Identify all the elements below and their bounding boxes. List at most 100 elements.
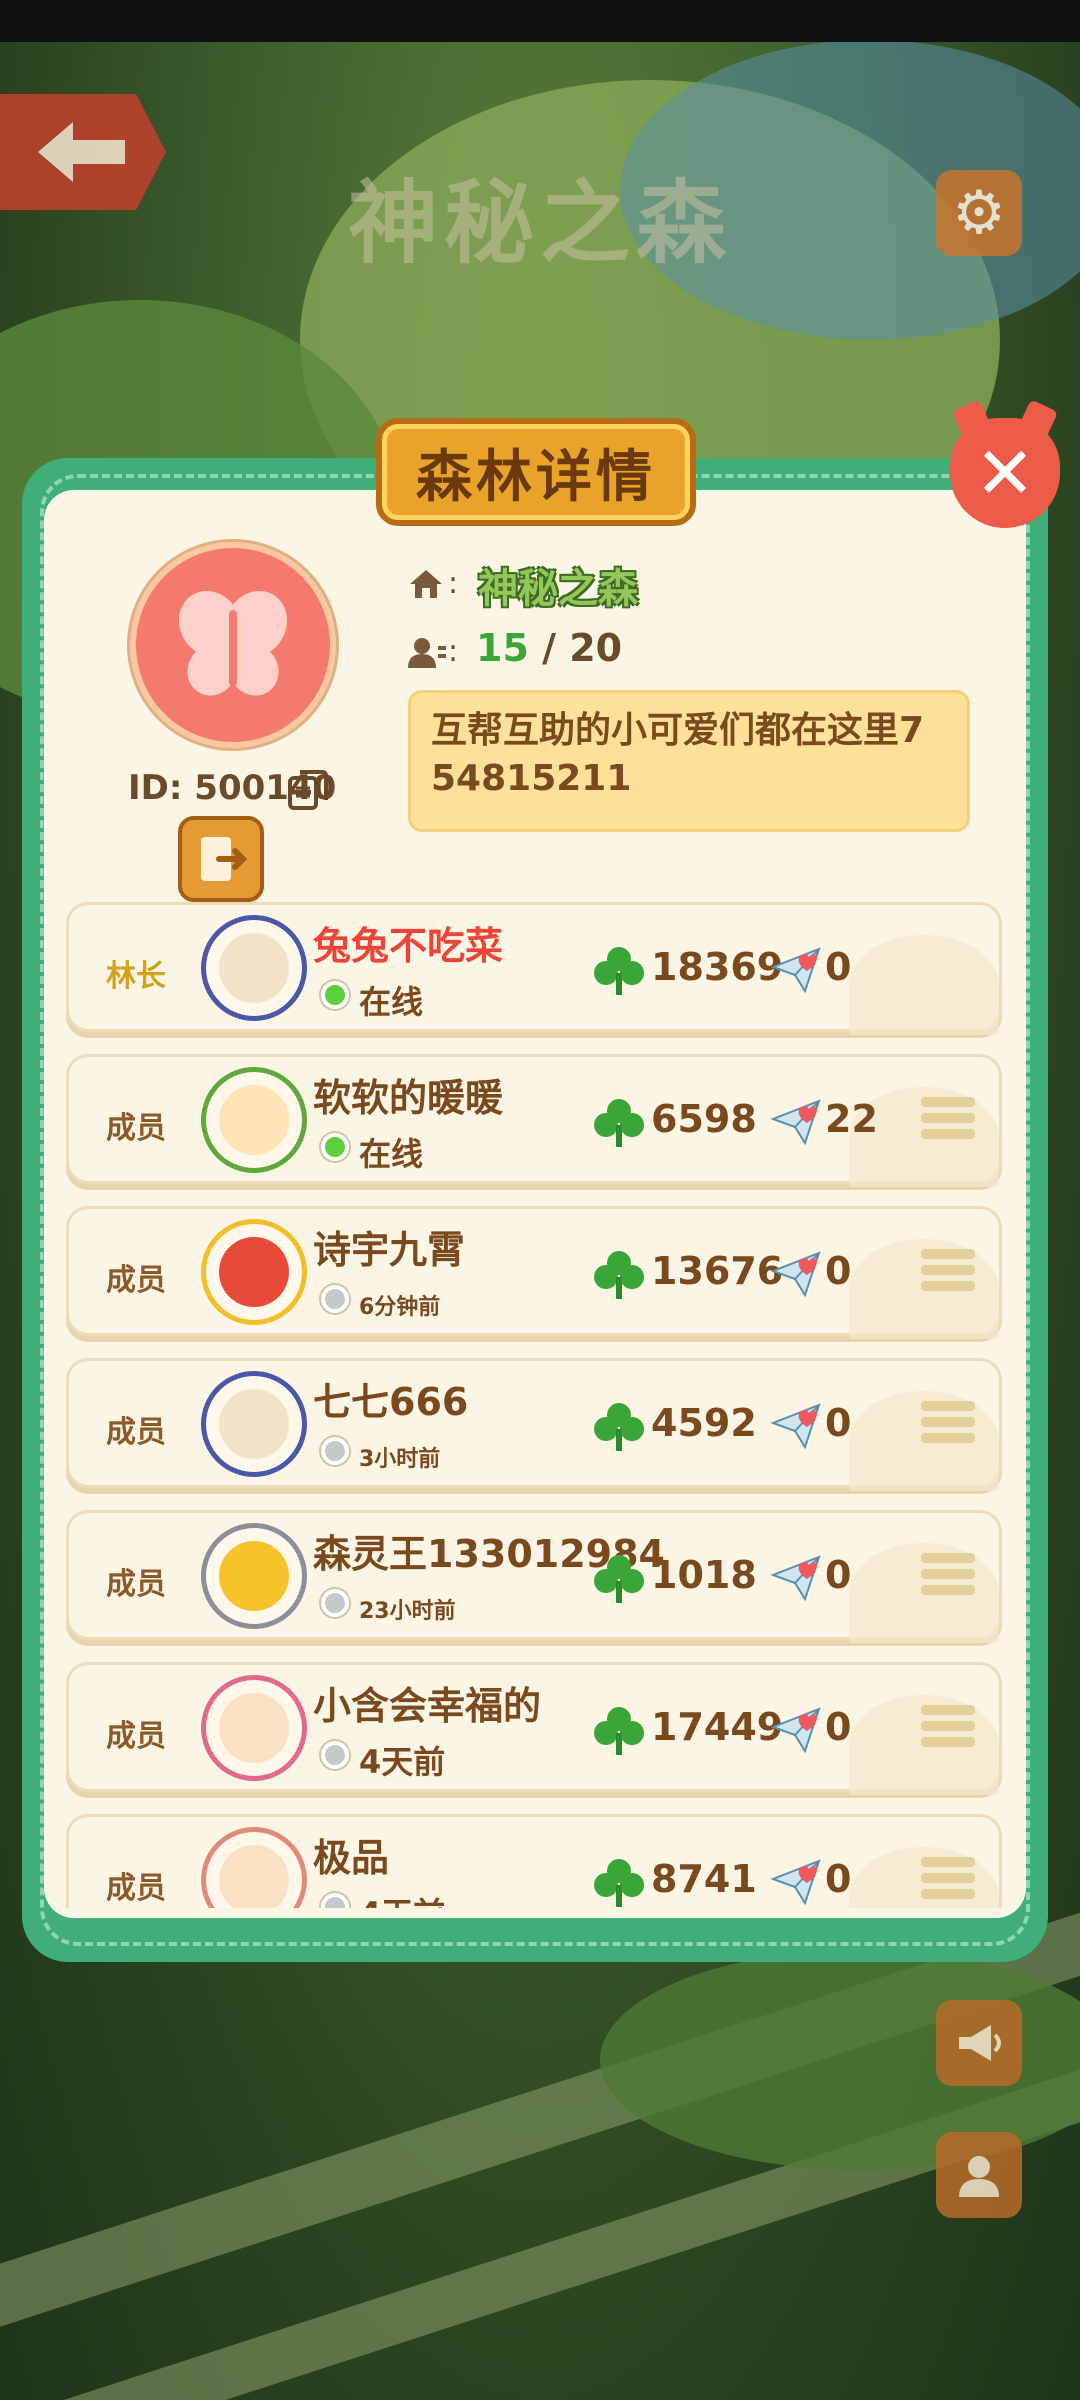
exit-icon bbox=[201, 837, 248, 881]
butterfly-icon bbox=[178, 590, 288, 696]
gift-count: 0 bbox=[825, 1401, 852, 1445]
modal-title-banner: 森林详情 bbox=[376, 418, 696, 526]
member-status: 4天前 bbox=[359, 1889, 445, 1908]
paper-plane-icon[interactable] bbox=[769, 1399, 823, 1453]
status-dot bbox=[321, 981, 349, 1009]
clover-icon bbox=[594, 1859, 644, 1907]
menu-icon[interactable] bbox=[921, 1249, 975, 1297]
member-avatar[interactable] bbox=[201, 1523, 307, 1629]
clover-icon bbox=[594, 1555, 644, 1603]
home-icon bbox=[410, 570, 442, 598]
gift-count: 0 bbox=[825, 945, 852, 989]
clover-icon bbox=[594, 1099, 644, 1147]
members-icon bbox=[408, 638, 446, 668]
forest-name: 神秘之森 bbox=[478, 566, 638, 612]
status-dot bbox=[321, 1285, 349, 1313]
member-status: 在线 bbox=[359, 1135, 424, 1173]
member-count-current: 15 bbox=[476, 626, 529, 670]
home-colon: : bbox=[448, 566, 459, 601]
avatar-face bbox=[219, 1693, 289, 1763]
clover-count: 13676 bbox=[651, 1249, 784, 1293]
menu-icon[interactable] bbox=[921, 1857, 975, 1905]
member-count-separator: / bbox=[528, 626, 570, 670]
clover-count: 18369 bbox=[651, 945, 784, 989]
exit-forest-button[interactable] bbox=[178, 816, 264, 902]
close-button[interactable]: ✕ bbox=[950, 418, 1060, 528]
avatar-face bbox=[219, 1389, 289, 1459]
member-name: 诗宇九霄 bbox=[313, 1228, 466, 1272]
member-row[interactable]: 林长 兔兔不吃菜 在线 18369 0 bbox=[66, 902, 1002, 1035]
member-row[interactable]: 成员 七七666 3小时前 4592 0 bbox=[66, 1358, 1002, 1491]
row-decoration bbox=[849, 935, 999, 1035]
avatar-face bbox=[219, 1541, 289, 1611]
megaphone-icon bbox=[959, 2025, 1001, 2061]
clover-count: 4592 bbox=[651, 1401, 757, 1445]
status-dot bbox=[321, 1133, 349, 1161]
member-role: 成员 bbox=[106, 1567, 166, 1602]
member-avatar[interactable] bbox=[201, 915, 307, 1021]
back-button[interactable] bbox=[0, 94, 166, 210]
member-status: 4天前 bbox=[359, 1743, 446, 1781]
menu-icon[interactable] bbox=[921, 1097, 975, 1145]
forest-emblem bbox=[130, 542, 336, 748]
close-icon: ✕ bbox=[974, 431, 1036, 515]
paper-plane-icon[interactable] bbox=[769, 1703, 823, 1757]
gift-count: 0 bbox=[825, 1705, 852, 1749]
member-list[interactable]: 林长 兔兔不吃菜 在线 18369 0 成员 软软的暖暖 在线 6598 22 成员 诗宇九霄 6分钟前… bbox=[66, 902, 1002, 1908]
member-avatar[interactable] bbox=[201, 1067, 307, 1173]
page-title: 神秘之森 bbox=[348, 171, 732, 276]
menu-icon[interactable] bbox=[921, 1401, 975, 1449]
member-avatar[interactable] bbox=[201, 1219, 307, 1325]
member-role: 成员 bbox=[106, 1871, 166, 1906]
member-avatar[interactable] bbox=[201, 1675, 307, 1781]
paper-plane-icon[interactable] bbox=[769, 943, 823, 997]
avatar-face bbox=[219, 1845, 289, 1908]
member-row[interactable]: 成员 极品 4天前 8741 0 bbox=[66, 1814, 1002, 1908]
member-row[interactable]: 成员 森灵王133012984 23小时前 1018 0 bbox=[66, 1510, 1002, 1643]
member-row[interactable]: 成员 软软的暖暖 在线 6598 22 bbox=[66, 1054, 1002, 1187]
member-avatar[interactable] bbox=[201, 1371, 307, 1477]
members-colon: : bbox=[448, 634, 459, 669]
status-dot bbox=[321, 1741, 349, 1769]
member-name: 软软的暖暖 bbox=[313, 1076, 504, 1120]
member-role: 成员 bbox=[106, 1415, 166, 1450]
clover-icon bbox=[594, 947, 644, 995]
forest-description: 互帮互助的小可爱们都在这里754815211 bbox=[431, 710, 925, 799]
member-row[interactable]: 成员 小含会幸福的 4天前 17449 0 bbox=[66, 1662, 1002, 1795]
avatar-face bbox=[219, 1237, 289, 1307]
status-dot bbox=[321, 1437, 349, 1465]
menu-icon[interactable] bbox=[921, 1553, 975, 1601]
gift-count: 22 bbox=[825, 1097, 878, 1141]
status-dot bbox=[321, 1589, 349, 1617]
paper-plane-icon[interactable] bbox=[769, 1855, 823, 1908]
member-row[interactable]: 成员 诗宇九霄 6分钟前 13676 0 bbox=[66, 1206, 1002, 1339]
member-name: 极品 bbox=[313, 1836, 390, 1880]
member-name: 七七666 bbox=[313, 1380, 469, 1424]
paper-plane-icon[interactable] bbox=[769, 1095, 823, 1149]
member-status: 在线 bbox=[359, 983, 424, 1021]
member-status: 23小时前 bbox=[359, 1599, 456, 1624]
contact-button[interactable] bbox=[936, 2132, 1022, 2218]
member-name: 小含会幸福的 bbox=[313, 1684, 542, 1728]
gift-count: 0 bbox=[825, 1553, 852, 1597]
back-arrow-icon bbox=[38, 122, 125, 182]
status-bar bbox=[0, 0, 1080, 42]
megaphone-button[interactable] bbox=[936, 2000, 1022, 2086]
member-name: 兔兔不吃菜 bbox=[313, 924, 504, 968]
clover-icon bbox=[594, 1707, 644, 1755]
member-count: 15 / 20 bbox=[476, 626, 622, 670]
member-role: 成员 bbox=[106, 1263, 166, 1298]
gift-count: 0 bbox=[825, 1249, 852, 1293]
gift-count: 0 bbox=[825, 1857, 852, 1901]
paper-plane-icon[interactable] bbox=[769, 1247, 823, 1301]
member-count-max: 20 bbox=[569, 626, 623, 670]
paper-plane-icon[interactable] bbox=[769, 1551, 823, 1605]
member-role: 成员 bbox=[106, 1111, 166, 1146]
member-avatar[interactable] bbox=[201, 1827, 307, 1908]
copy-icon[interactable] bbox=[286, 768, 330, 812]
member-role: 成员 bbox=[106, 1719, 166, 1754]
clover-count: 1018 bbox=[651, 1553, 757, 1597]
settings-button[interactable]: ⚙ bbox=[936, 170, 1022, 256]
member-status: 6分钟前 bbox=[359, 1295, 441, 1320]
menu-icon[interactable] bbox=[921, 1705, 975, 1753]
